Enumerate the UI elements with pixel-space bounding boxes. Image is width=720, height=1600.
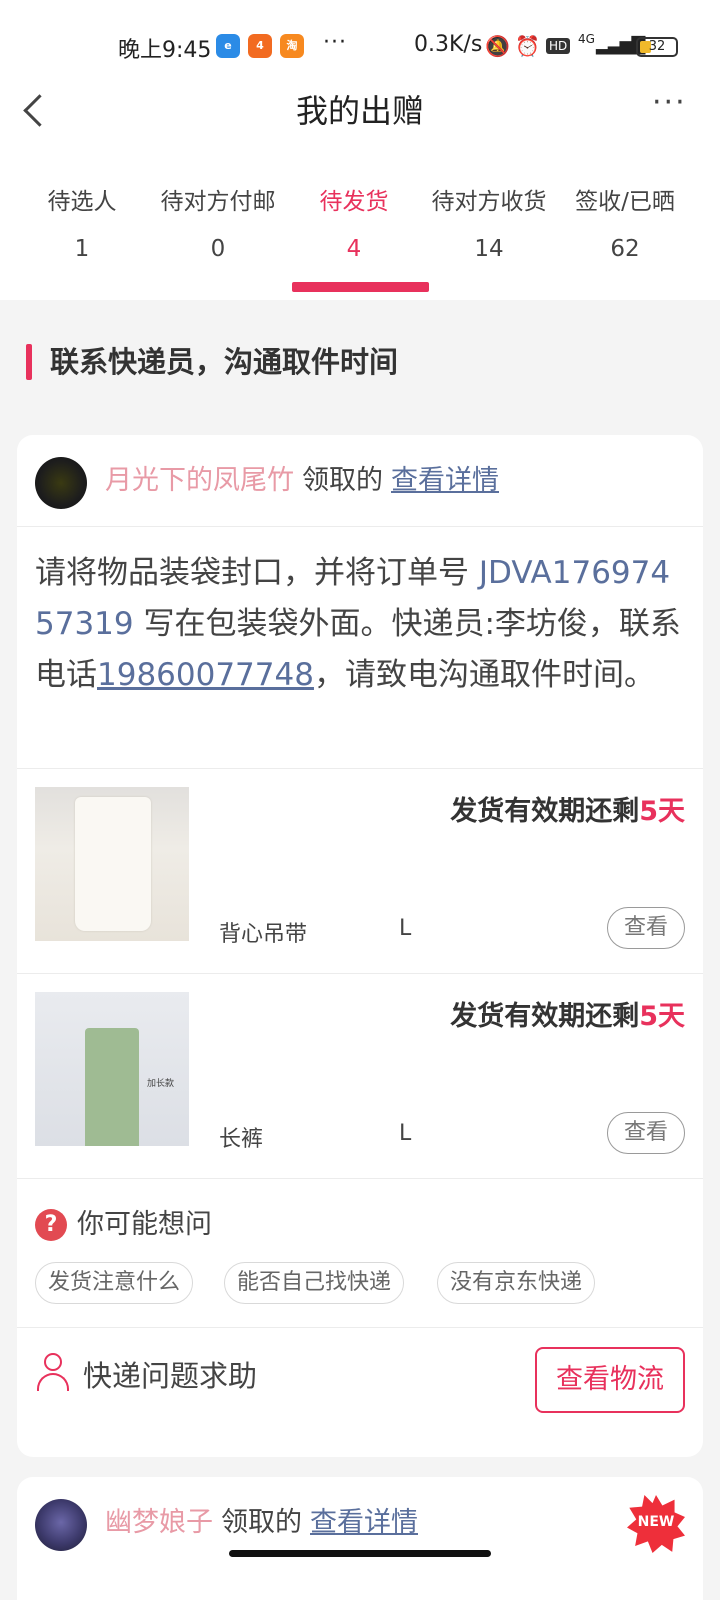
net-speed: 0.3K/s: [414, 32, 483, 57]
product-size: L: [399, 916, 412, 941]
claimer-name[interactable]: 月光下的凤尾竹: [105, 465, 294, 496]
mute-icon: 🔕: [485, 34, 510, 58]
faq-chip[interactable]: 没有京东快递: [437, 1262, 596, 1304]
deadline-label: 发货有效期还剩: [450, 1001, 640, 1032]
shipment-card: 月光下的凤尾竹 领取的 查看详情 请将物品装袋封口，并将订单号 JDVA176974…: [17, 435, 703, 1457]
courier-help-label: 快递问题求助: [83, 1359, 258, 1393]
faq-chip[interactable]: 能否自己找快递: [224, 1262, 405, 1304]
more-options-icon[interactable]: ···: [652, 88, 692, 118]
product-image[interactable]: [35, 787, 189, 941]
view-details-link[interactable]: 查看详情: [391, 465, 499, 496]
tab-count: 62: [610, 236, 640, 262]
deadline-label: 发货有效期还剩: [450, 796, 640, 827]
status-time: 晚上9:45: [118, 38, 212, 63]
new-badge-label: NEW: [637, 1514, 675, 1530]
shipping-deadline: 发货有效期还剩5天: [450, 994, 685, 1033]
browser-app-icon: e: [216, 34, 240, 58]
tab-label: 待发货: [319, 189, 389, 215]
tab-label: 待对方付邮: [160, 189, 276, 215]
question-icon: ?: [35, 1209, 67, 1241]
status-bar: 晚上9:45 e 4 淘 ··· 0.3K/s 🔕 ⏰ HD 4G ▂▃▅▇ 3…: [0, 30, 720, 66]
tab-label: 签收/已晒: [575, 189, 675, 215]
person-icon: [35, 1353, 71, 1393]
shipment-card: 幽梦娘子 领取的 查看详情 NEW: [17, 1477, 703, 1600]
claimer-name[interactable]: 幽梦娘子: [105, 1507, 213, 1538]
tab-received[interactable]: 签收/已晒 62: [557, 180, 693, 262]
hd-icon: HD: [546, 38, 571, 54]
claimer-row: 幽梦娘子 领取的 查看详情 NEW: [17, 1477, 703, 1577]
claimer-row: 月光下的凤尾竹 领取的 查看详情: [17, 435, 703, 535]
tab-label: 待对方收货: [431, 189, 547, 215]
active-tab-indicator: [292, 282, 429, 292]
faq-title: 你可能想问: [77, 1209, 212, 1240]
claimed-text: 领取的: [221, 1507, 302, 1538]
deadline-days: 5天: [639, 796, 685, 827]
tab-count: 14: [474, 236, 504, 262]
battery-level: 32: [648, 39, 666, 54]
claimed-text: 领取的: [302, 465, 383, 496]
shipping-deadline: 发货有效期还剩5天: [450, 789, 685, 828]
product-image[interactable]: 加长款: [35, 992, 189, 1146]
new-badge-icon: NEW: [627, 1495, 685, 1553]
tab-pending-receipt[interactable]: 待对方收货 14: [421, 180, 557, 262]
ticket-app-icon: 4: [248, 34, 272, 58]
tab-count: 1: [74, 236, 90, 262]
divider: [17, 526, 703, 527]
page-title: 我的出赠: [295, 92, 424, 130]
view-logistics-button[interactable]: 查看物流: [535, 1347, 685, 1413]
section-title: 联系快递员，沟通取件时间: [26, 342, 398, 382]
avatar[interactable]: [35, 457, 87, 509]
tab-pending-postage[interactable]: 待对方付邮 0: [150, 180, 286, 262]
navbar: 我的出赠 ···: [0, 80, 720, 140]
notice-text: 请将物品装袋封口，并将订单号: [35, 555, 479, 591]
product-name: 背心吊带: [219, 922, 308, 947]
faq-header: ? 你可能想问: [35, 1207, 212, 1243]
list-item: 发货有效期还剩5天 背心吊带 L 查看: [17, 769, 703, 973]
tab-count: 0: [210, 236, 226, 262]
battery-icon: 32: [636, 37, 678, 57]
tab-pending-shipment[interactable]: 待发货 4: [286, 180, 422, 262]
view-details-link[interactable]: 查看详情: [310, 1507, 418, 1538]
divider: [17, 1327, 703, 1328]
tab-label: 待选人: [47, 189, 117, 215]
network-type: 4G: [578, 32, 595, 46]
tab-pending-selection[interactable]: 待选人 1: [14, 180, 150, 262]
status-more-icon: ···: [323, 30, 347, 55]
view-button[interactable]: 查看: [607, 907, 685, 949]
claimer-line: 幽梦娘子 领取的 查看详情: [105, 1505, 418, 1541]
home-indicator[interactable]: [229, 1550, 491, 1557]
avatar[interactable]: [35, 1499, 87, 1551]
taobao-app-icon: 淘: [280, 34, 304, 58]
notice-text: ，请致电沟通取件时间。: [313, 657, 655, 693]
divider: [17, 1178, 703, 1179]
status-tabs: 待选人 1 待对方付邮 0 待发货 4 待对方收货 14 签收/已晒 62: [0, 180, 720, 298]
alarm-icon: ⏰: [515, 34, 540, 58]
header-area: 晚上9:45 e 4 淘 ··· 0.3K/s 🔕 ⏰ HD 4G ▂▃▅▇ 3…: [0, 0, 720, 300]
product-name: 长裤: [219, 1127, 264, 1152]
list-item: 加长款 发货有效期还剩5天 长裤 L 查看: [17, 974, 703, 1178]
courier-phone-link[interactable]: 19860077748: [97, 657, 314, 693]
deadline-days: 5天: [639, 1001, 685, 1032]
view-button[interactable]: 查看: [607, 1112, 685, 1154]
image-tag: 加长款: [147, 1079, 175, 1089]
faq-chip[interactable]: 发货注意什么: [35, 1262, 194, 1304]
tab-count: 4: [346, 236, 362, 262]
claimer-line: 月光下的凤尾竹 领取的 查看详情: [105, 463, 499, 499]
shipping-instructions: 请将物品装袋封口，并将订单号 JDVA17697457319 写在包装袋外面。快…: [35, 548, 685, 701]
product-size: L: [399, 1121, 412, 1146]
